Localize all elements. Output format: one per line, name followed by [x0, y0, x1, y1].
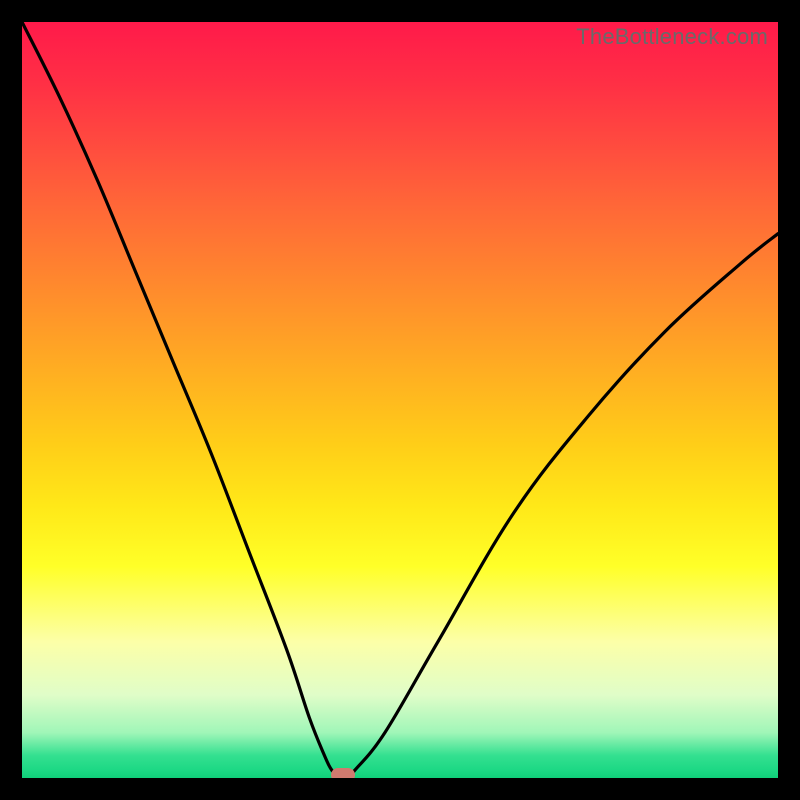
- curve-path: [22, 22, 778, 778]
- minimum-marker: [331, 768, 355, 778]
- chart-container: TheBottleneck.com: [0, 0, 800, 800]
- watermark-text: TheBottleneck.com: [576, 24, 768, 50]
- plot-area: TheBottleneck.com: [22, 22, 778, 778]
- bottleneck-curve: [22, 22, 778, 778]
